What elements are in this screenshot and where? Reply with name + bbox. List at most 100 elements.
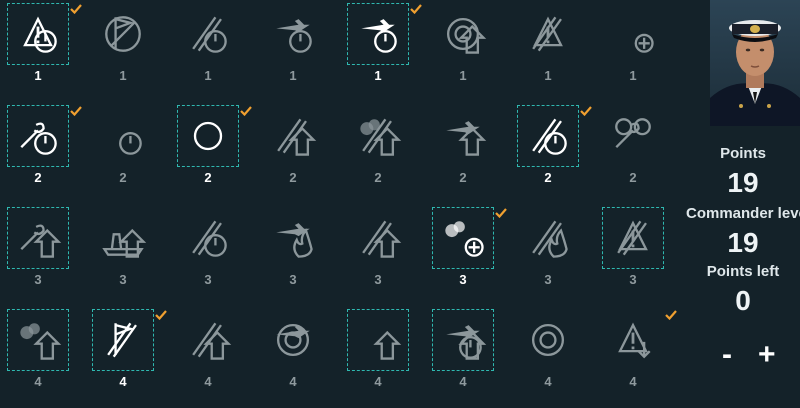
skill-icon-box[interactable] (348, 106, 408, 166)
skill-cell[interactable]: 1 (512, 2, 597, 102)
skill-cell[interactable]: 4 (597, 308, 682, 408)
skill-cell[interactable]: 1 (597, 2, 682, 102)
skill-cell[interactable]: 1 (2, 2, 87, 102)
skill-cell[interactable]: 3 (87, 206, 172, 306)
skill-cell[interactable]: 3 (257, 206, 342, 306)
decrease-button[interactable]: - (722, 340, 732, 370)
skill-icon-box[interactable] (92, 309, 154, 371)
shells-timer-icon (532, 118, 567, 155)
aircraft-timer-icon (276, 19, 312, 53)
skill-cell[interactable]: 3 (342, 206, 427, 306)
skill-cost: 2 (34, 170, 42, 185)
commander-panel: Points 19 Commander level 19 Points left… (686, 0, 800, 400)
skill-cost: 4 (374, 374, 382, 389)
checkmark-icon (70, 106, 82, 116)
aircraft-target-upgrade-icon (446, 325, 487, 360)
skill-icon-box[interactable] (432, 207, 494, 269)
skill-icon-box[interactable] (178, 310, 238, 370)
skill-icon-box[interactable] (518, 4, 578, 64)
turret-rotation-icon (193, 121, 223, 151)
aircraft-crosshair-upgrade-icon (446, 121, 487, 156)
skill-icon-box[interactable] (93, 4, 153, 64)
skill-icon-box[interactable] (602, 207, 664, 269)
warning-download-icon (618, 322, 651, 359)
skill-cell[interactable]: 4 (257, 308, 342, 408)
skill-cell[interactable]: 4 (427, 308, 512, 408)
skill-cell[interactable]: 2 (342, 104, 427, 204)
skill-cell[interactable]: 3 (2, 206, 87, 306)
skill-icon-box[interactable] (93, 208, 153, 268)
skill-icon-box[interactable] (93, 106, 153, 166)
skill-icon-box[interactable] (603, 310, 663, 370)
skill-icon-box[interactable] (603, 4, 663, 64)
skill-cell[interactable]: 1 (427, 2, 512, 102)
skill-cell[interactable]: 3 (512, 206, 597, 306)
smoke-upgrade-icon (20, 323, 62, 360)
fighters-target-icon (361, 19, 397, 53)
skill-cost: 2 (629, 170, 637, 185)
skill-icon-box[interactable] (263, 4, 323, 64)
skill-icon-box[interactable] (433, 106, 493, 166)
checkmark-icon (70, 4, 82, 14)
skill-cell[interactable]: 4 (87, 308, 172, 408)
skill-icon-box[interactable] (178, 4, 238, 64)
skill-cell[interactable]: 1 (342, 2, 427, 102)
skill-icon-box[interactable] (7, 207, 69, 269)
skill-icon-box[interactable] (603, 106, 663, 166)
skill-icon-box[interactable] (518, 310, 578, 370)
skill-cell[interactable]: 1 (257, 2, 342, 102)
skill-icon-box[interactable] (7, 105, 69, 167)
skill-icon-box[interactable] (347, 309, 409, 371)
skill-icon-box[interactable] (263, 208, 323, 268)
torpedo-upgrade-icon (277, 118, 317, 156)
increase-button[interactable]: + (758, 340, 776, 370)
skill-icon-box[interactable] (348, 208, 408, 268)
skill-cell[interactable]: 4 (512, 308, 597, 408)
checkmark-icon (665, 310, 677, 320)
skill-cell[interactable]: 1 (172, 2, 257, 102)
skill-cell[interactable]: 3 (597, 206, 682, 306)
wrench-upgrade-icon (20, 224, 62, 258)
skill-icon-box[interactable] (517, 105, 579, 167)
skill-cell[interactable]: 3 (172, 206, 257, 306)
skill-cell[interactable]: 2 (597, 104, 682, 204)
points-left-value: 0 (735, 285, 751, 316)
skill-cell[interactable]: 4 (2, 308, 87, 408)
points-label: Points (720, 145, 766, 162)
skill-icon-box[interactable] (263, 106, 323, 166)
skill-icon-box[interactable] (347, 3, 409, 65)
skill-cost: 2 (544, 170, 552, 185)
skill-icon-box[interactable] (263, 310, 323, 370)
skill-cell[interactable]: 4 (172, 308, 257, 408)
skill-cell[interactable]: 2 (257, 104, 342, 204)
skill-cost: 2 (119, 170, 127, 185)
skill-icon-box[interactable] (518, 208, 578, 268)
skill-cell[interactable]: 2 (87, 104, 172, 204)
skill-cell[interactable]: 3 (427, 206, 512, 306)
skill-icon-box[interactable] (433, 4, 493, 64)
skill-cell[interactable]: 2 (2, 104, 87, 204)
skill-cost: 1 (629, 68, 637, 83)
torpedo-timer-icon (192, 16, 227, 53)
skill-icon-box[interactable] (177, 105, 239, 167)
skill-cell[interactable]: 1 (87, 2, 172, 102)
checkmark-icon (495, 208, 507, 218)
commander-level-value: 19 (727, 227, 759, 258)
aa-double-upgrade-icon (373, 330, 402, 360)
skill-cost: 3 (544, 272, 552, 287)
skill-icon-box[interactable] (432, 309, 494, 371)
warning-target-icon (23, 16, 57, 53)
skill-icon-box[interactable] (178, 208, 238, 268)
skill-cell[interactable]: 2 (172, 104, 257, 204)
torpedo-warning-icon (617, 220, 648, 256)
skill-cost: 4 (459, 374, 467, 389)
checkmark-icon (410, 4, 422, 14)
skill-icon-box[interactable] (7, 309, 69, 371)
aircraft-fire-icon (276, 223, 313, 258)
skill-cell[interactable]: 4 (342, 308, 427, 408)
skill-icon-box[interactable] (7, 3, 69, 65)
skill-cost: 4 (204, 374, 212, 389)
skill-cost: 2 (204, 170, 212, 185)
skill-cell[interactable]: 2 (512, 104, 597, 204)
skill-cell[interactable]: 2 (427, 104, 512, 204)
